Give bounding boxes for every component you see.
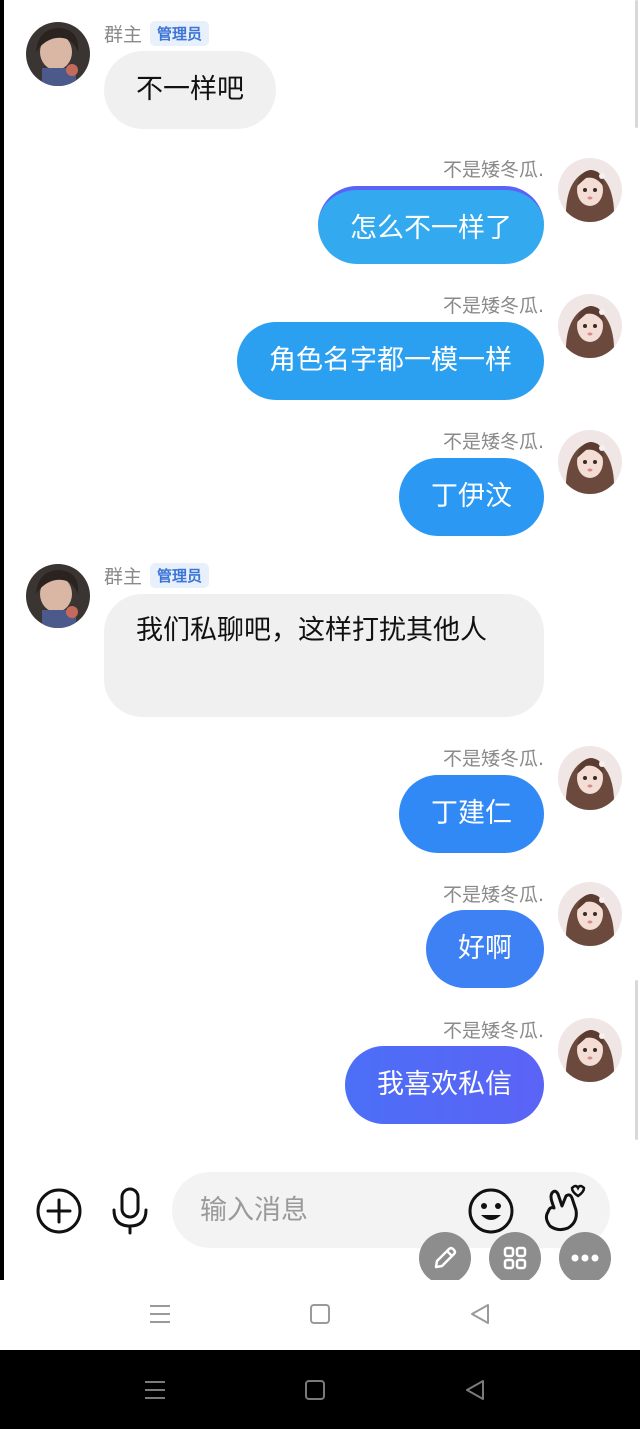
message-bubble-outgoing[interactable]: 我喜欢私信	[345, 1046, 544, 1124]
message-bubble-outgoing[interactable]: 好啊	[426, 910, 544, 988]
home-square-icon[interactable]	[306, 1300, 334, 1328]
system-navigation-bar	[0, 1350, 640, 1429]
self-nickname: 不是矮冬瓜.	[442, 748, 544, 770]
plus-circle-icon[interactable]	[34, 1186, 84, 1236]
more-dots-icon[interactable]	[559, 1232, 611, 1284]
scrollbar-thumb[interactable]	[635, 0, 638, 128]
self-avatar[interactable]	[558, 294, 622, 358]
owner-avatar[interactable]	[26, 564, 90, 628]
microphone-icon[interactable]	[106, 1186, 154, 1236]
home-square-icon[interactable]	[301, 1376, 329, 1404]
self-avatar[interactable]	[558, 158, 622, 222]
self-avatar[interactable]	[558, 1018, 622, 1082]
admin-badge: 管理员	[150, 21, 210, 46]
back-triangle-icon[interactable]	[466, 1300, 494, 1328]
pencil-icon[interactable]	[419, 1232, 471, 1284]
self-nickname: 不是矮冬瓜.	[442, 295, 544, 317]
message-bubble-outgoing[interactable]: 怎么不一样了	[318, 186, 544, 264]
self-avatar[interactable]	[558, 430, 622, 494]
owner-label: 群主	[104, 566, 143, 588]
message-bubble-outgoing[interactable]: 角色名字都一模一样	[237, 322, 544, 400]
owner-name-row: 群主 管理员	[104, 562, 210, 589]
app-navigation-bar	[0, 1280, 640, 1350]
message-bubble-outgoing[interactable]: 丁建仁	[399, 775, 544, 853]
self-nickname: 不是矮冬瓜.	[442, 1020, 544, 1042]
message-bubble-outgoing[interactable]: 丁伊汶	[399, 458, 544, 536]
scrollbar-thumb[interactable]	[635, 980, 638, 1140]
self-nickname: 不是矮冬瓜.	[442, 431, 544, 453]
menu-icon[interactable]	[141, 1376, 169, 1404]
owner-name-row: 群主 管理员	[104, 20, 210, 47]
self-nickname: 不是矮冬瓜.	[442, 159, 544, 181]
back-triangle-icon[interactable]	[461, 1376, 489, 1404]
message-bubble-incoming[interactable]: 不一样吧	[104, 51, 276, 129]
menu-icon[interactable]	[146, 1300, 174, 1328]
owner-label: 群主	[104, 24, 143, 46]
finger-heart-icon[interactable]	[540, 1184, 586, 1234]
admin-badge: 管理员	[150, 563, 210, 588]
owner-avatar[interactable]	[26, 22, 90, 86]
grid-icon[interactable]	[489, 1232, 541, 1284]
self-nickname: 不是矮冬瓜.	[442, 884, 544, 906]
chat-message-list[interactable]: 群主 管理员 不一样吧 不是矮冬瓜. 怎么不一样了 不是矮冬瓜. 角色名字都一模…	[0, 0, 640, 1170]
smiley-icon[interactable]	[466, 1186, 516, 1236]
self-avatar[interactable]	[558, 882, 622, 946]
self-avatar[interactable]	[558, 746, 622, 810]
message-bubble-incoming[interactable]: 我们私聊吧，这样打扰其他人	[104, 594, 544, 717]
